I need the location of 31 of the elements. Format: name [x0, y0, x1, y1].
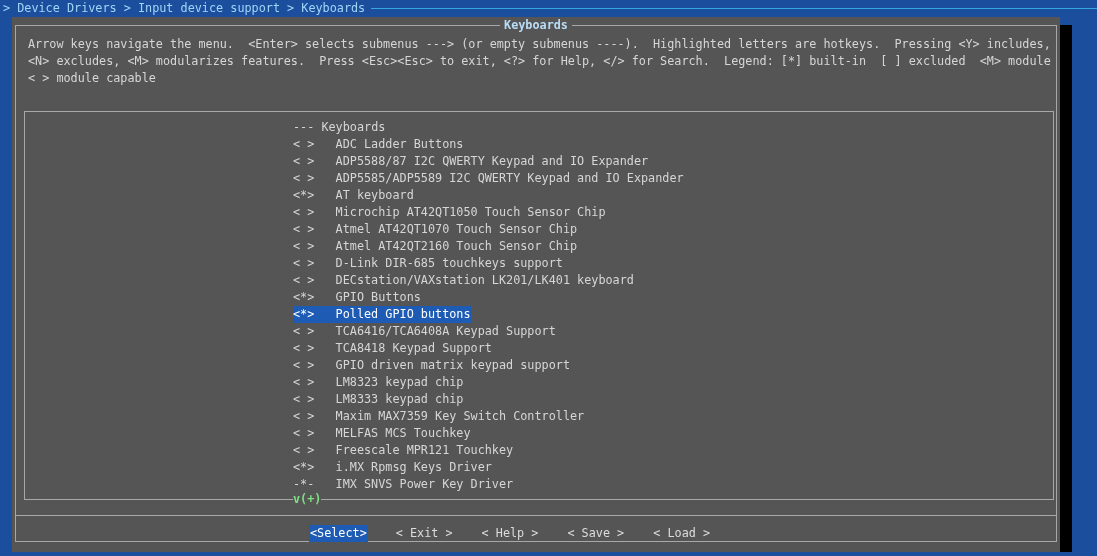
menu-item[interactable]: < > MELFAS MCS Touchkey [293, 425, 471, 442]
more-indicator: v(+) [293, 491, 322, 508]
menu-item[interactable]: < > Freescale MPR121 Touchkey [293, 442, 514, 459]
menu-item[interactable]: < > Maxim MAX7359 Key Switch Controller [293, 408, 585, 425]
dialog-title: Keyboards [503, 17, 569, 34]
menu-item[interactable]: <*> GPIO Buttons [293, 289, 421, 306]
menu-item[interactable]: < > D-Link DIR-685 touchkeys support [293, 255, 563, 272]
menu-heading: --- Keyboards [293, 119, 386, 136]
menu-item[interactable]: -*- IMX SNVS Power Key Driver [293, 476, 514, 493]
menu-item[interactable]: < > ADP5585/ADP5589 I2C QWERTY Keypad and IO Expander [293, 170, 684, 187]
menu-item[interactable]: < > ADC Ladder Buttons [293, 136, 464, 153]
menu-item[interactable]: <*> i.MX Rpmsg Keys Driver [293, 459, 492, 476]
breadcrumb: > Device Drivers > Input device support > Keyboards [3, 0, 366, 17]
menu-item[interactable]: <*> Polled GPIO buttons [293, 306, 471, 323]
dialog-button[interactable]: < Exit > [394, 525, 454, 542]
dialog-button[interactable]: < Load > [652, 525, 712, 542]
menu-item[interactable]: < > ADP5588/87 I2C QWERTY Keypad and IO Expander [293, 153, 649, 170]
menu-item[interactable]: < > Microchip AT42QT1050 Touch Sensor Chip [293, 204, 606, 221]
menu-item[interactable]: < > Atmel AT42QT2160 Touch Sensor Chip [293, 238, 578, 255]
dialog-button[interactable]: < Help > [480, 525, 540, 542]
menu-item[interactable]: < > Atmel AT42QT1070 Touch Sensor Chip [293, 221, 578, 238]
menu-item[interactable]: < > LM8323 keypad chip [293, 374, 464, 391]
menu-item[interactable]: < > GPIO driven matrix keypad support [293, 357, 570, 374]
menu-item[interactable]: < > LM8333 keypad chip [293, 391, 464, 408]
menu-item[interactable]: < > TCA6416/TCA6408A Keypad Support [293, 323, 556, 340]
dialog-button[interactable]: < Save > [566, 525, 626, 542]
menu-item[interactable]: <*> AT keyboard [293, 187, 414, 204]
help-text: Arrow keys navigate the menu. <Enter> selects submenus ---> (or empty submenus ----). Highlighted letters are hotkeys. Pressing <Y> includes, <N> excludes, <M> modularizes features. Press <Esc><Esc> to exit, <?> for Help, </> for Search. Legend: [*] built-in [ ] excluded <M> module < > module capable [28, 36, 1052, 87]
menu-item[interactable]: < > DECstation/VAXstation LK201/LK401 keyboard [293, 272, 634, 289]
dialog-button[interactable]: <Select> [308, 525, 368, 542]
menu-item[interactable]: < > TCA8418 Keypad Support [293, 340, 492, 357]
